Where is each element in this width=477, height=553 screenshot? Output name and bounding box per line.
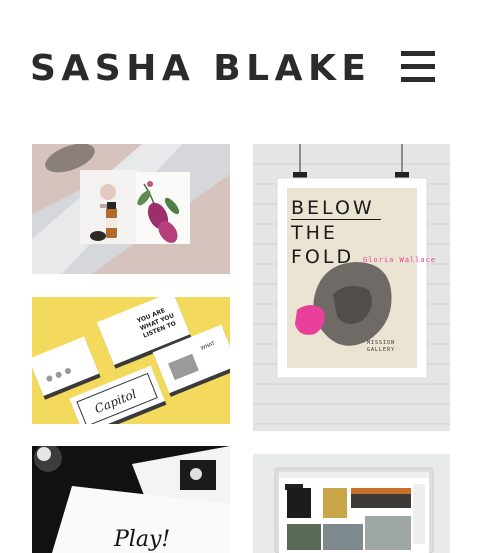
poster-venue-line2: GALLERY bbox=[367, 347, 396, 353]
site-title[interactable]: SASHA BLAKE bbox=[30, 47, 371, 91]
website-mockup-image bbox=[253, 454, 450, 553]
portfolio-tile-poster[interactable]: BELOW THE FOLD Gloria Wallace MISSION GA… bbox=[253, 144, 450, 431]
business-cards-image: YOU ARE WHAT YOU LISTEN TO WHAT Capitol bbox=[32, 297, 230, 424]
svg-text:Play!: Play! bbox=[113, 527, 170, 552]
site-header: SASHA BLAKE bbox=[0, 0, 477, 130]
black-white-print-image: Play! bbox=[32, 446, 230, 553]
botanical-stationery-image bbox=[32, 144, 230, 274]
poster-headline-line1: BELOW bbox=[291, 197, 375, 219]
hamburger-menu-icon[interactable] bbox=[401, 51, 435, 83]
brick-wall-background bbox=[253, 144, 450, 431]
portfolio-tile-botanical[interactable] bbox=[32, 144, 230, 274]
poster-artist: Gloria Wallace bbox=[363, 256, 437, 264]
poster-headline-line3: FOLD bbox=[291, 246, 355, 268]
poster-headline-line2: THE bbox=[291, 222, 338, 244]
portfolio-tile-print[interactable]: Play! bbox=[32, 446, 230, 553]
poster-venue-line1: MISSION bbox=[367, 340, 396, 346]
poster-underline bbox=[291, 219, 381, 220]
portfolio-tile-website[interactable] bbox=[253, 454, 450, 553]
portfolio-tile-business-cards[interactable]: YOU ARE WHAT YOU LISTEN TO WHAT Capitol bbox=[32, 297, 230, 424]
